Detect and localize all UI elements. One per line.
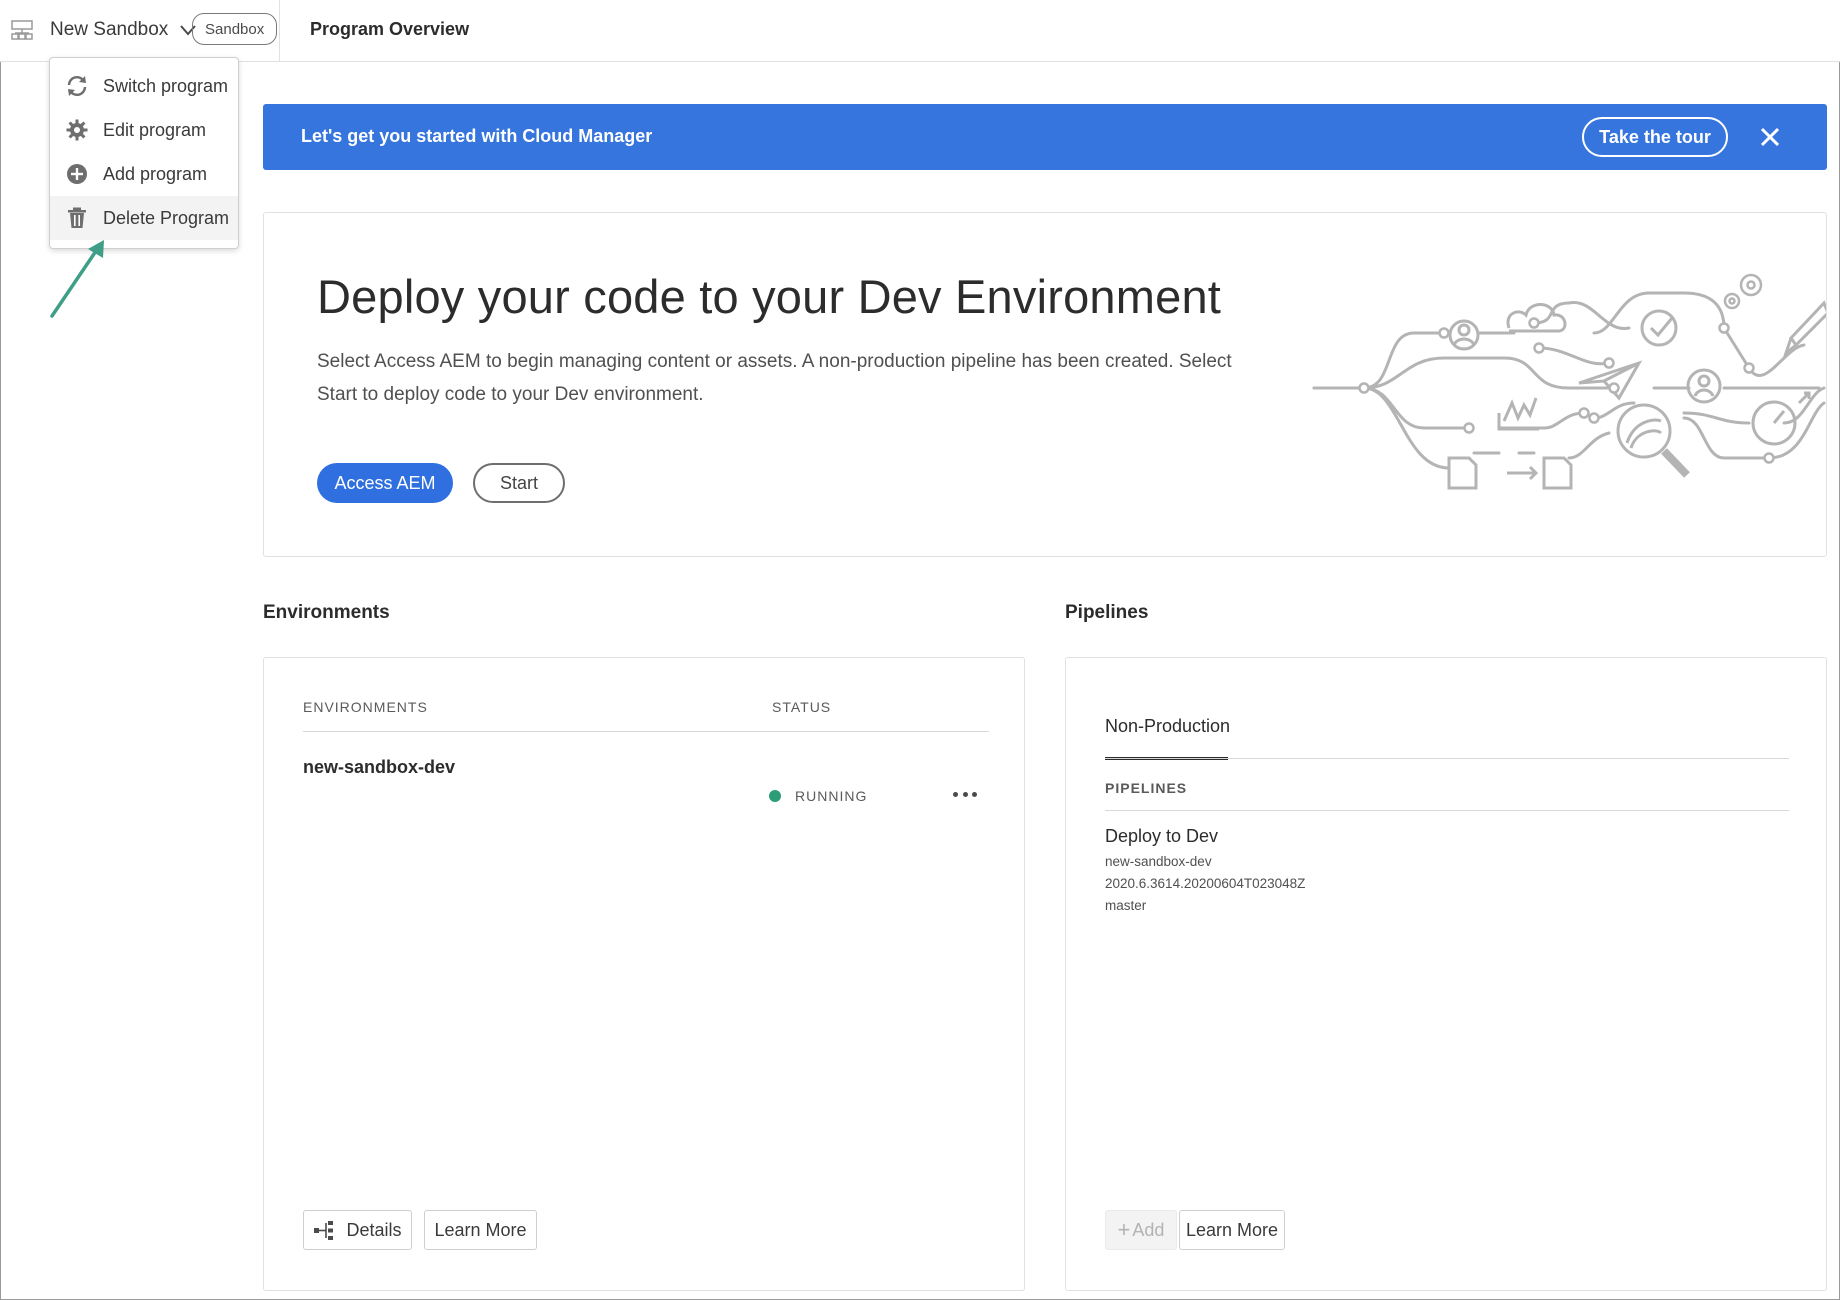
environment-name-link[interactable]: new-sandbox-dev xyxy=(303,757,455,778)
menu-item-label: Add program xyxy=(103,163,208,184)
details-button[interactable]: Details xyxy=(303,1210,412,1250)
pipeline-version: 2020.6.3614.20200604T023048Z xyxy=(1105,876,1306,891)
program-name[interactable]: New Sandbox xyxy=(50,19,168,41)
workflow-illustration xyxy=(1312,273,1826,490)
pipelines-heading: Pipelines xyxy=(1065,602,1149,623)
banner-text: Let's get you started with Cloud Manager xyxy=(301,126,653,146)
sandbox-badge: Sandbox xyxy=(192,13,278,45)
menu-item-label: Delete Program xyxy=(103,207,230,228)
column-header-status: STATUS xyxy=(772,699,832,715)
program-switcher[interactable]: New Sandbox xyxy=(10,12,198,48)
trash-icon xyxy=(68,207,86,228)
hero-description: Select Access AEM to begin managing cont… xyxy=(317,351,1232,405)
pipeline-environment: new-sandbox-dev xyxy=(1105,854,1212,869)
pipelines-card: Non-Production PIPELINES Deploy to Dev n… xyxy=(1065,657,1827,1291)
more-actions-button[interactable] xyxy=(950,782,980,806)
divider xyxy=(303,731,989,732)
deploy-hero-card: Deploy your code to your Dev Environment… xyxy=(263,212,1827,557)
hierarchy-icon xyxy=(314,1221,334,1240)
program-menu: Switch program Edit program Add program … xyxy=(49,57,239,249)
plus-icon: + xyxy=(1117,1217,1131,1242)
column-header-pipelines: PIPELINES xyxy=(1105,780,1188,796)
details-label: Details xyxy=(346,1219,402,1240)
column-header-environments: ENVIRONMENTS xyxy=(303,699,428,715)
menu-item-label: Edit program xyxy=(103,119,207,140)
take-tour-button[interactable]: Take the tour xyxy=(1582,117,1728,157)
start-button[interactable]: Start xyxy=(473,463,565,503)
page-title: Program Overview xyxy=(310,19,470,39)
learn-more-button[interactable]: Learn More xyxy=(1179,1210,1285,1250)
menu-item-switch-program[interactable]: Switch program xyxy=(50,64,238,108)
pipeline-branch: master xyxy=(1105,898,1147,913)
hero-title: Deploy your code to your Dev Environment xyxy=(317,270,1222,323)
add-label: Add xyxy=(1132,1219,1165,1240)
status-dot xyxy=(769,790,781,802)
divider xyxy=(279,0,280,62)
callout-arrow-icon xyxy=(50,240,104,318)
tab-non-production[interactable]: Non-Production xyxy=(1105,716,1230,737)
status-text: RUNNING xyxy=(795,788,868,804)
program-icon xyxy=(11,20,33,40)
environments-heading: Environments xyxy=(263,602,390,623)
learn-more-button[interactable]: Learn More xyxy=(424,1210,537,1250)
status-badge: RUNNING xyxy=(769,788,867,804)
menu-item-add-program[interactable]: Add program xyxy=(50,152,238,196)
pipeline-name-link[interactable]: Deploy to Dev xyxy=(1105,826,1218,847)
add-circle-icon xyxy=(67,164,87,184)
divider xyxy=(1105,810,1789,811)
menu-item-delete-program[interactable]: Delete Program xyxy=(50,196,238,240)
menu-item-label: Switch program xyxy=(103,75,229,96)
close-icon[interactable] xyxy=(1757,124,1783,150)
access-aem-button[interactable]: Access AEM xyxy=(317,463,453,503)
menu-item-edit-program[interactable]: Edit program xyxy=(50,108,238,152)
divider xyxy=(1105,758,1789,759)
gear-icon xyxy=(66,119,88,141)
onboarding-banner: Let's get you started with Cloud Manager… xyxy=(263,104,1827,170)
add-pipeline-button[interactable]: + Add xyxy=(1105,1210,1177,1250)
environments-card: ENVIRONMENTS STATUS new-sandbox-dev RUNN… xyxy=(263,657,1025,1291)
refresh-icon xyxy=(67,76,87,96)
top-bar: New Sandbox Sandbox Program Overview xyxy=(0,0,1840,62)
